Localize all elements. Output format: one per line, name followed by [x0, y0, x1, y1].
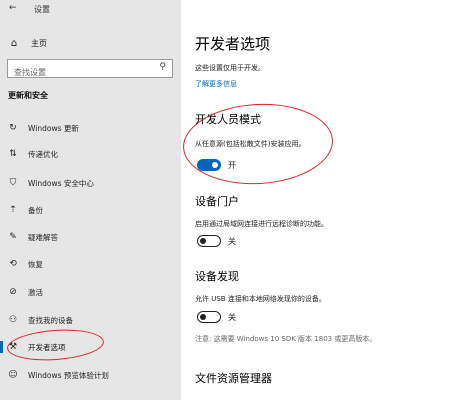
home-icon: ⌂ — [10, 37, 18, 49]
dev-mode-toggle[interactable] — [197, 159, 221, 171]
back-arrow-icon[interactable]: ← — [9, 3, 17, 13]
device-discovery-note: 注意: 这需要 Windows 10 SDK 版本 1803 或更高版本。 — [195, 335, 377, 343]
device-portal-toggle-row: 关 — [197, 234, 236, 248]
sidebar-item-label: Windows 更新 — [28, 123, 79, 133]
sidebar-item-label: 疑难解答 — [28, 232, 58, 242]
main-content: 开发者选项 这些设置仅用于开发。 了解更多信息 开发人员模式 从任意源(包括松散… — [181, 0, 474, 400]
sidebar: ← 设置 ⌂ 主页 ⚲ 更新和安全 ↻ Windows 更新 ⇅ 传递优化 ⛉ … — [0, 0, 181, 400]
dev-mode-toggle-state: 开 — [228, 160, 236, 170]
sidebar-item-label: 激活 — [28, 287, 43, 297]
sidebar-item-label: 恢复 — [28, 259, 43, 269]
insider-icon: ☺ — [8, 370, 18, 380]
sidebar-item-find-my-device[interactable]: ⚇ 查找我的设备 — [0, 311, 181, 329]
developer-icon: ⚒ — [8, 342, 18, 352]
nav-home[interactable]: ⌂ 主页 — [7, 36, 47, 50]
sidebar-item-troubleshoot[interactable]: ✎ 疑难解答 — [0, 228, 181, 246]
toggle-knob — [212, 162, 218, 168]
sidebar-item-backup[interactable]: ⇡ 备份 — [0, 201, 181, 219]
section-title: 更新和安全 — [8, 91, 48, 100]
page-description: 这些设置仅用于开发。 — [195, 64, 265, 72]
device-discovery-toggle[interactable] — [197, 311, 221, 323]
device-discovery-heading: 设备发现 — [195, 270, 239, 283]
sidebar-item-recovery[interactable]: ⟲ 恢复 — [0, 255, 181, 273]
search-box: ⚲ — [7, 59, 173, 81]
delivery-icon: ⇅ — [9, 149, 17, 159]
sidebar-item-developer-options[interactable]: ⚒ 开发者选项 — [0, 338, 181, 356]
sidebar-item-label: 开发者选项 — [28, 342, 66, 352]
nav-home-label: 主页 — [31, 38, 47, 48]
search-input[interactable] — [8, 64, 148, 81]
sidebar-item-windows-insider[interactable]: ☺ Windows 预览体验计划 — [0, 366, 181, 384]
dev-mode-heading: 开发人员模式 — [195, 113, 261, 126]
sidebar-item-label: Windows 预览体验计划 — [28, 370, 109, 380]
backup-icon: ⇡ — [9, 205, 17, 215]
device-portal-toggle[interactable] — [197, 235, 221, 247]
wrench-icon: ✎ — [9, 232, 17, 242]
sidebar-item-label: Windows 安全中心 — [28, 178, 94, 188]
search-icon[interactable]: ⚲ — [159, 62, 166, 72]
device-portal-heading: 设备门户 — [195, 195, 239, 208]
sidebar-item-label: 传递优化 — [28, 149, 58, 159]
file-explorer-heading: 文件资源管理器 — [195, 372, 272, 385]
sidebar-item-label: 备份 — [28, 205, 43, 215]
shield-icon: ⛉ — [9, 178, 17, 188]
sidebar-item-activation[interactable]: ⊘ 激活 — [0, 283, 181, 301]
dev-mode-description: 从任意源(包括松散文件)安装应用。 — [195, 140, 306, 148]
device-discovery-toggle-row: 关 — [197, 310, 236, 324]
page-title: 开发者选项 — [195, 35, 271, 53]
recovery-icon: ⟲ — [9, 259, 17, 269]
device-portal-description: 启用通过局域网连接进行远程诊断的功能。 — [195, 220, 328, 228]
refresh-icon: ↻ — [9, 123, 17, 133]
check-circle-icon: ⊘ — [9, 287, 17, 297]
device-portal-toggle-state: 关 — [228, 236, 236, 246]
device-discovery-description: 允许 USB 连接和本地网络发现你的设备。 — [195, 295, 326, 303]
sidebar-item-delivery-optimization[interactable]: ⇅ 传递优化 — [0, 145, 181, 163]
toggle-knob — [200, 237, 206, 244]
device-discovery-toggle-state: 关 — [228, 312, 236, 322]
window-title: 设置 — [34, 5, 50, 14]
learn-more-link[interactable]: 了解更多信息 — [195, 79, 237, 89]
sidebar-item-windows-update[interactable]: ↻ Windows 更新 — [0, 119, 181, 137]
active-indicator — [0, 341, 3, 353]
person-pin-icon: ⚇ — [8, 315, 18, 325]
sidebar-item-label: 查找我的设备 — [28, 315, 73, 325]
sidebar-item-windows-security[interactable]: ⛉ Windows 安全中心 — [0, 174, 181, 192]
toggle-knob — [200, 313, 206, 320]
dev-mode-toggle-row: 开 — [197, 158, 236, 172]
